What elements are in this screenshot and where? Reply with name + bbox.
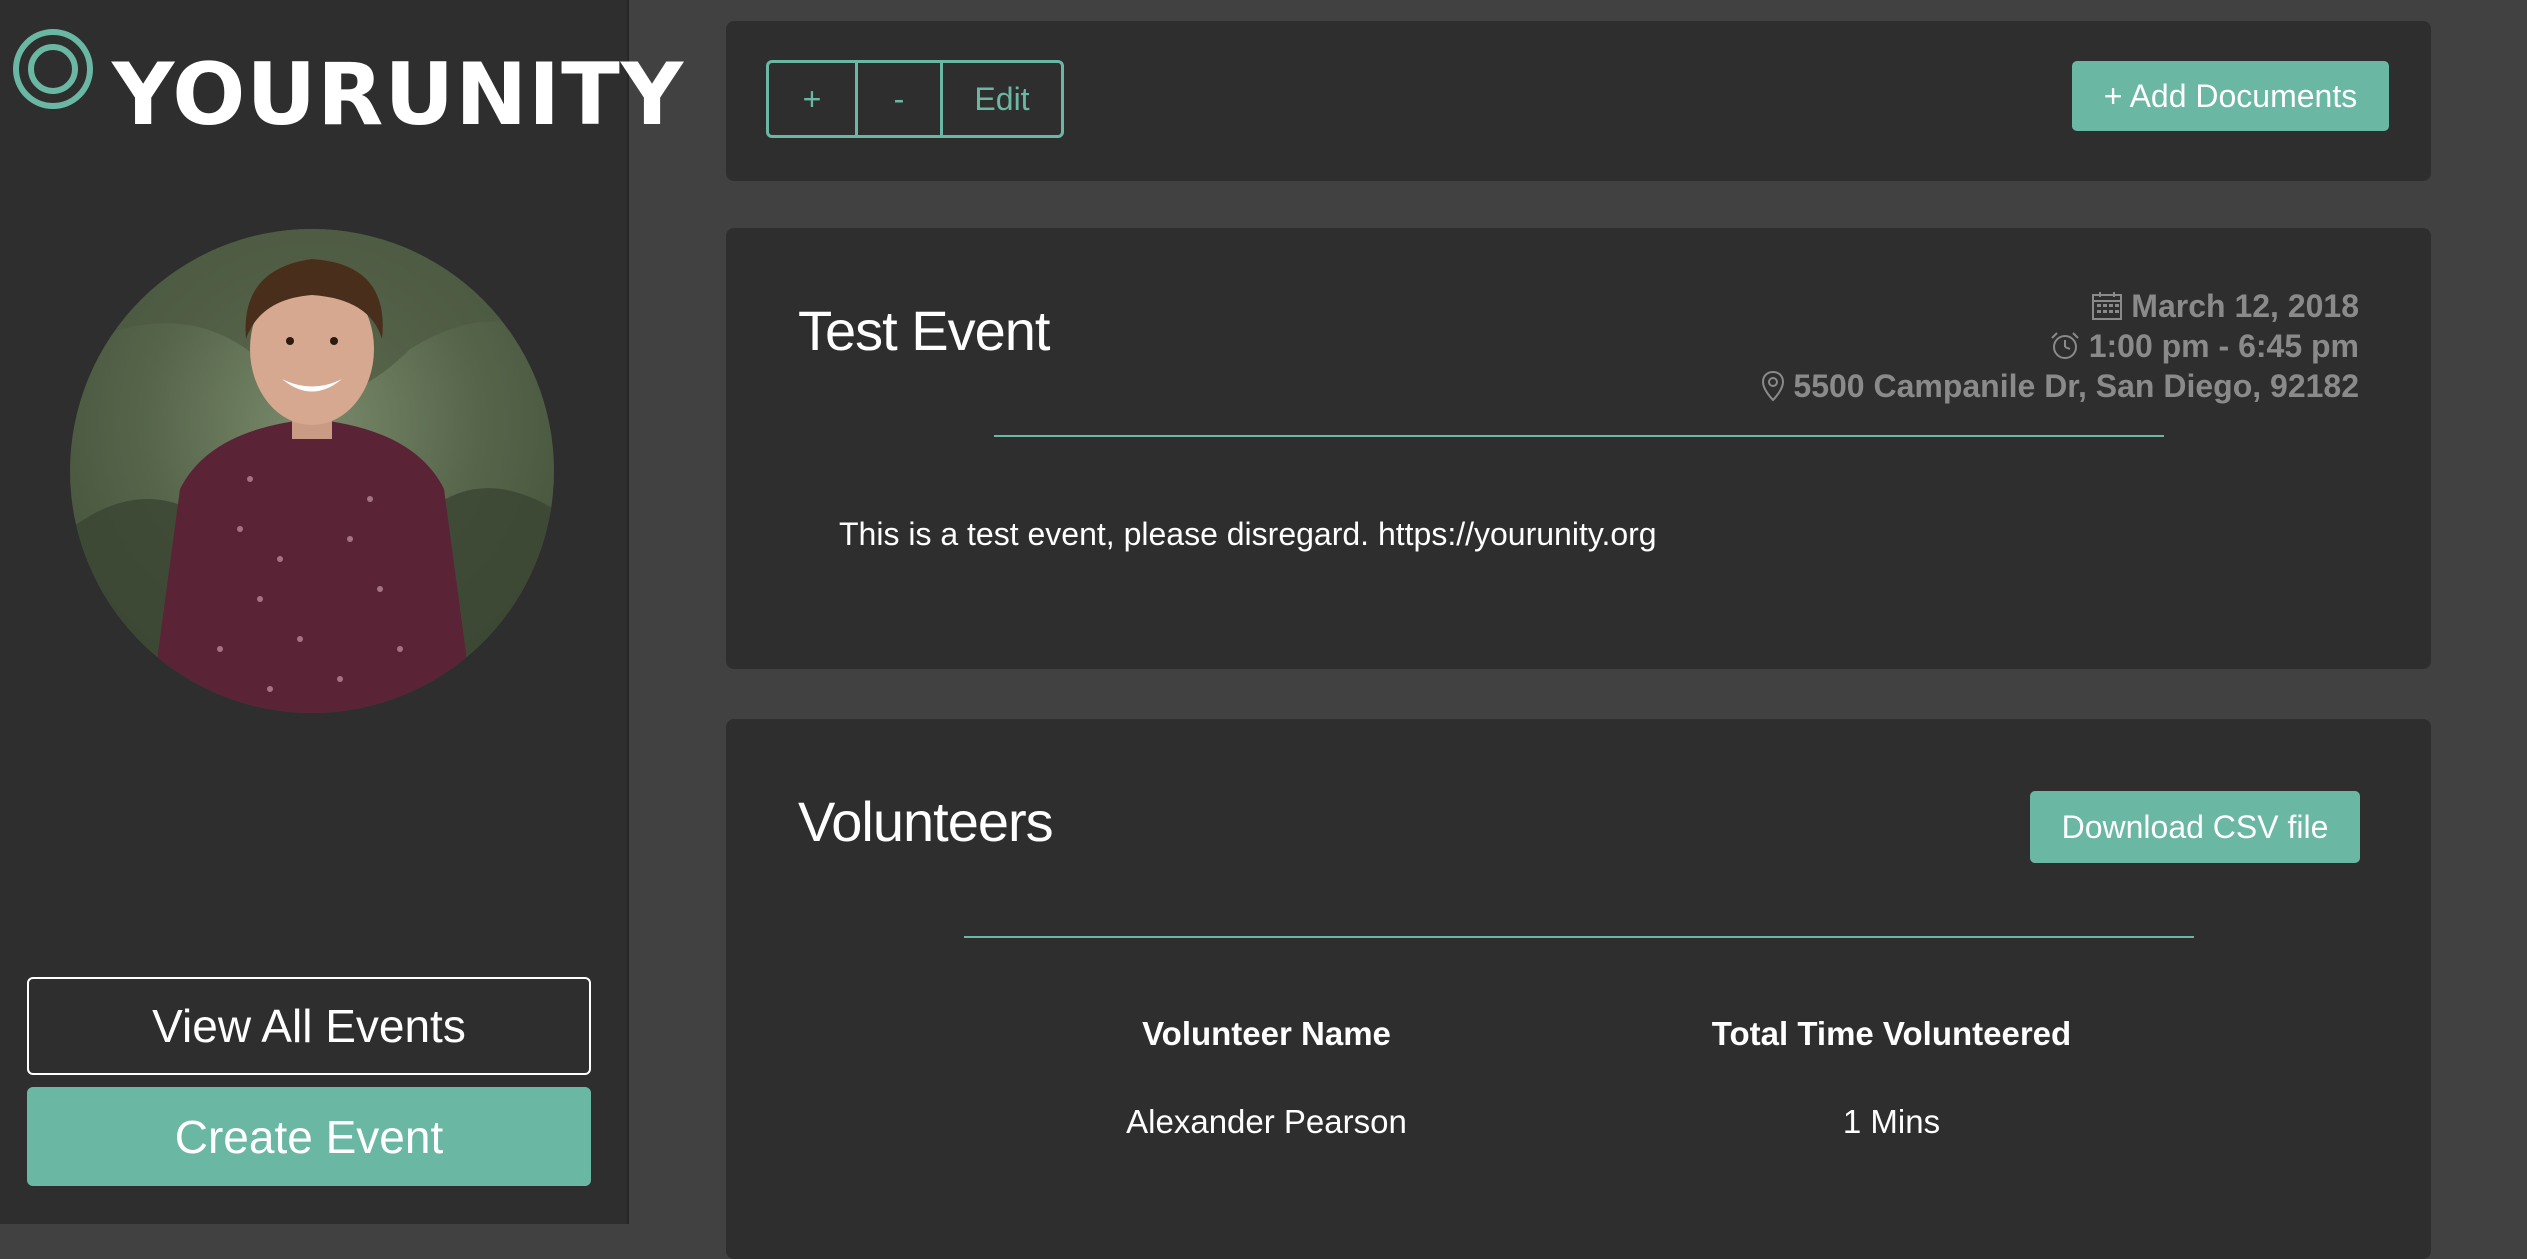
event-card: Test Event March 12, 2018 1:00 pm - 6:45… bbox=[726, 228, 2431, 669]
volunteer-time-cell: 1 Mins bbox=[1842, 1103, 1941, 1140]
download-csv-button[interactable]: Download CSV file bbox=[2030, 791, 2360, 863]
event-date: March 12, 2018 bbox=[2131, 287, 2359, 324]
edit-event-button[interactable]: Edit bbox=[940, 63, 1061, 135]
event-title: Test Event bbox=[798, 299, 1050, 362]
volunteers-card: Volunteers Download CSV file Volunteer N… bbox=[726, 719, 2431, 1259]
calendar-icon bbox=[2092, 292, 2123, 320]
event-divider bbox=[994, 435, 2164, 437]
map-pin-icon bbox=[1762, 370, 1785, 402]
column-header-time: Total Time Volunteered bbox=[1711, 1015, 2072, 1052]
event-meta: March 12, 2018 1:00 pm - 6:45 pm 5500 Ca… bbox=[1761, 286, 2359, 406]
brand-ring-icon bbox=[13, 29, 93, 109]
column-header-name: Volunteer Name bbox=[1142, 1015, 1391, 1052]
volunteers-title: Volunteers bbox=[798, 790, 1054, 853]
profile-photo bbox=[70, 229, 554, 713]
volunteer-name-cell: Alexander Pearson bbox=[1126, 1103, 1407, 1140]
add-time-button[interactable]: + bbox=[769, 63, 855, 135]
hours-button-group: + - Edit bbox=[766, 60, 1064, 138]
profile-avatar bbox=[70, 229, 554, 713]
sidebar: YOURUNITY View All Events Create Event bbox=[0, 0, 683, 1224]
toolbar-card: + - Edit + Add Documents bbox=[726, 21, 2431, 181]
event-time: 1:00 pm - 6:45 pm bbox=[2088, 327, 2359, 364]
event-location-row: 5500 Campanile Dr, San Diego, 92182 bbox=[1761, 366, 2359, 406]
event-description: This is a test event, please disregard. … bbox=[839, 516, 1657, 552]
table-row: Alexander Pearson 1 Mins bbox=[954, 1068, 2204, 1176]
alarm-clock-icon bbox=[2050, 332, 2079, 359]
event-location: 5500 Campanile Dr, San Diego, 92182 bbox=[1793, 367, 2359, 404]
subtract-time-button[interactable]: - bbox=[855, 63, 940, 135]
table-header-row: Volunteer Name Total Time Volunteered bbox=[954, 1000, 2204, 1068]
volunteers-table: Volunteer Name Total Time Volunteered Al… bbox=[954, 1000, 2204, 1176]
volunteers-divider bbox=[964, 936, 2194, 938]
event-date-row: March 12, 2018 bbox=[1761, 286, 2359, 326]
event-time-row: 1:00 pm - 6:45 pm bbox=[1761, 326, 2359, 366]
view-all-events-button[interactable]: View All Events bbox=[27, 977, 591, 1075]
add-documents-button[interactable]: + Add Documents bbox=[2072, 61, 2389, 131]
create-event-button[interactable]: Create Event bbox=[27, 1087, 591, 1186]
yourunity-logo[interactable]: YOURUNITY bbox=[112, 52, 684, 138]
